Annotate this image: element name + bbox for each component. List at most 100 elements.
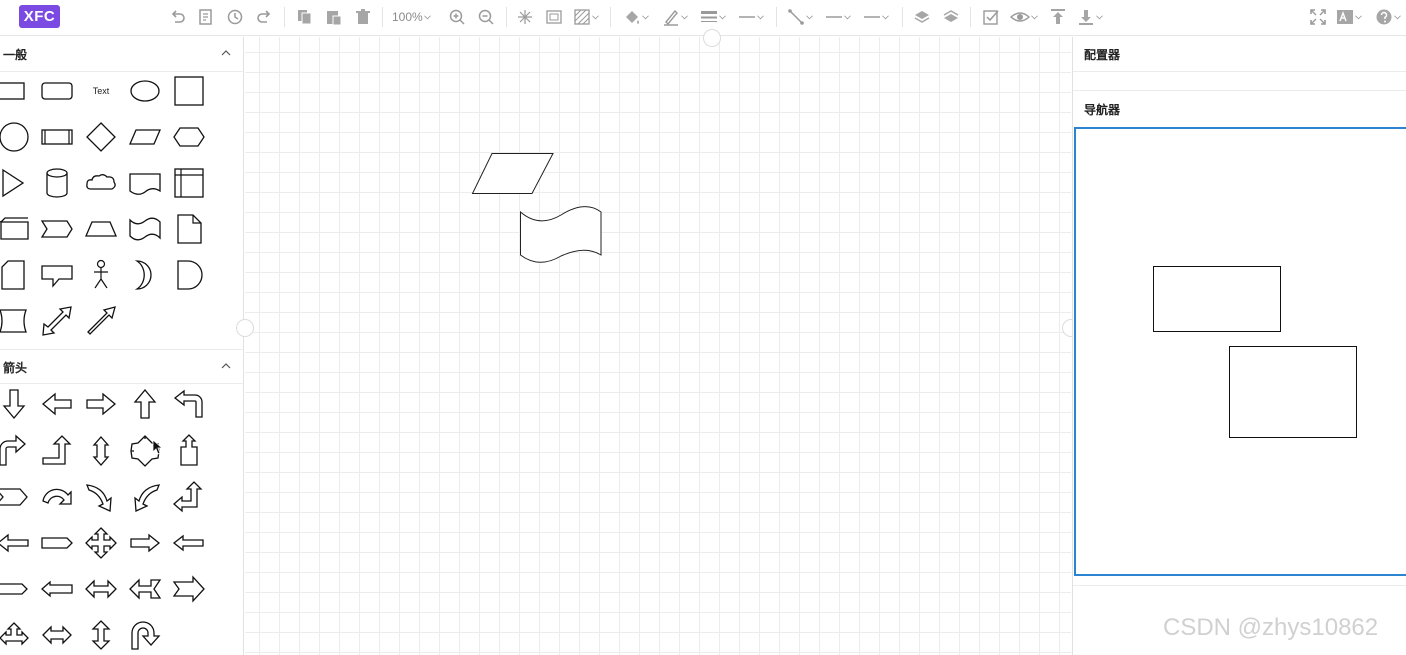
fill-color-icon[interactable] [623, 6, 649, 28]
undo-icon[interactable] [169, 6, 187, 28]
internal-storage-shape[interactable] [169, 163, 209, 203]
left-right-arrow-shape[interactable] [81, 569, 121, 609]
chevron-up-icon [221, 50, 231, 56]
cube-shape[interactable] [0, 209, 34, 249]
right-arrow-thin-shape[interactable] [125, 523, 165, 563]
chevron-up-icon [221, 363, 231, 369]
card-shape[interactable] [0, 255, 34, 295]
delay-shape[interactable] [169, 255, 209, 295]
top-collapse-handle[interactable] [703, 29, 721, 47]
text-shape[interactable]: Text [81, 71, 121, 111]
hexagon-shape[interactable] [169, 117, 209, 157]
bent-up-arrow-shape[interactable] [37, 431, 77, 471]
mouse-cursor-icon [152, 439, 164, 455]
triangle-shape[interactable] [0, 163, 34, 203]
step-shape[interactable] [37, 209, 77, 249]
format-painter-icon[interactable] [197, 6, 215, 28]
rounded-rectangle-shape[interactable] [37, 71, 77, 111]
layout-icon[interactable] [516, 6, 534, 28]
up-down-arrow-small-shape[interactable] [81, 615, 121, 655]
left-arrow-block-shape[interactable] [37, 569, 77, 609]
left-collapse-handle[interactable] [236, 319, 254, 337]
cloud-shape[interactable] [81, 163, 121, 203]
align-bottom-icon[interactable] [1077, 6, 1103, 28]
section-header-arrows[interactable]: 箭头 [0, 349, 243, 384]
process-shape[interactable] [37, 117, 77, 157]
navigator-minimap[interactable] [1074, 127, 1406, 576]
view-icon[interactable] [1010, 6, 1038, 28]
help-icon[interactable] [1375, 6, 1401, 28]
trapezoid-shape[interactable] [81, 209, 121, 249]
up-down-arrow-shape[interactable] [81, 431, 121, 471]
diagram-canvas[interactable] [245, 37, 1071, 655]
frame-icon[interactable] [545, 6, 563, 28]
pattern-icon[interactable] [573, 6, 599, 28]
document-shape[interactable] [125, 163, 165, 203]
ellipse-shape[interactable] [125, 71, 165, 111]
tape-node[interactable] [519, 203, 603, 265]
square-shape[interactable] [169, 71, 209, 111]
bidirectional-diagonal-arrow-shape[interactable] [37, 301, 77, 341]
left-arrow-thin-shape[interactable] [0, 523, 34, 563]
data-storage-shape[interactable] [0, 301, 34, 341]
u-turn-down-arrow-shape[interactable] [125, 615, 165, 655]
diamond-shape[interactable] [81, 117, 121, 157]
paste-icon[interactable] [325, 6, 343, 28]
delete-icon[interactable] [354, 6, 372, 28]
line-width-icon[interactable] [700, 6, 726, 28]
zoom-in-icon[interactable] [448, 6, 466, 28]
actor-shape[interactable] [81, 255, 121, 295]
connector-icon[interactable] [787, 6, 813, 28]
callout-up-arrow-shape[interactable] [169, 431, 209, 471]
tri-arrow-shape[interactable] [0, 615, 34, 655]
curved-left-arrow-shape[interactable] [125, 477, 165, 517]
arrow-left-shape[interactable] [37, 384, 77, 424]
minimap-node [1153, 266, 1281, 332]
zoom-select[interactable]: 100% [392, 6, 431, 28]
align-top-icon[interactable] [1049, 6, 1067, 28]
note-shape[interactable] [169, 209, 209, 249]
cylinder-shape[interactable] [37, 163, 77, 203]
parallelogram-shape[interactable] [125, 117, 165, 157]
chevron-shape[interactable] [0, 477, 34, 517]
curved-up-arrow-shape[interactable] [37, 477, 77, 517]
or-shape[interactable] [125, 255, 165, 295]
rectangle-shape[interactable] [0, 71, 34, 111]
notched-right-arrow-shape[interactable] [169, 569, 209, 609]
checkbox-icon[interactable] [982, 6, 1000, 28]
arrow-right-shape[interactable] [81, 384, 121, 424]
copy-icon[interactable] [296, 6, 314, 28]
line-style-icon[interactable] [738, 6, 764, 28]
chevron-down-icon [757, 14, 764, 19]
left-right-arrow-small-shape[interactable] [37, 615, 77, 655]
fullscreen-icon[interactable] [1309, 6, 1327, 28]
end-arrow-icon[interactable] [863, 6, 889, 28]
send-back-icon[interactable] [942, 6, 960, 28]
bent-up-left-arrow-shape[interactable] [169, 477, 209, 517]
bent-right-arrow-shape[interactable] [0, 431, 34, 471]
configurator-title: 配置器 [1084, 48, 1121, 62]
u-turn-arrow-shape[interactable] [169, 384, 209, 424]
callout-shape[interactable] [37, 255, 77, 295]
section-header-general[interactable]: 一般 [0, 37, 243, 72]
parallelogram-node[interactable] [471, 152, 555, 195]
arrow-up-shape[interactable] [125, 384, 165, 424]
diagonal-arrow-shape[interactable] [81, 301, 121, 341]
line-color-icon[interactable] [662, 6, 688, 28]
zoom-out-icon[interactable] [477, 6, 495, 28]
swallowtail-double-arrow-shape[interactable] [125, 569, 165, 609]
pentagon-arrow-shape[interactable] [37, 523, 77, 563]
chevron-down-icon [844, 14, 851, 19]
history-icon[interactable] [226, 6, 244, 28]
text-style-icon[interactable] [1336, 6, 1362, 28]
tape-shape[interactable] [125, 209, 165, 249]
bring-front-icon[interactable] [913, 6, 931, 28]
curved-down-arrow-shape[interactable] [81, 477, 121, 517]
start-arrow-icon[interactable] [825, 6, 851, 28]
circle-shape[interactable] [0, 117, 34, 157]
redo-icon[interactable] [255, 6, 273, 28]
block-right-shape[interactable] [0, 569, 34, 609]
four-way-arrow-shape[interactable] [81, 523, 121, 563]
arrow-down-shape[interactable] [0, 384, 34, 424]
left-arrow-notched-shape[interactable] [169, 523, 209, 563]
